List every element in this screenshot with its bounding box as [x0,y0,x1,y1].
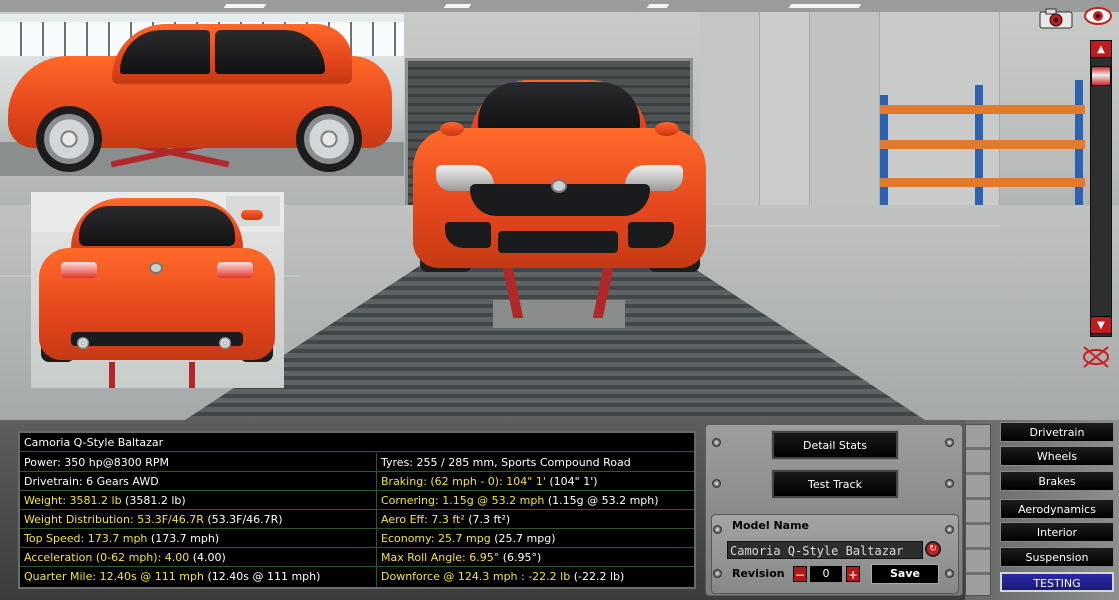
ceiling-light [223,4,267,8]
revision-decrement-button[interactable]: − [793,566,807,582]
wall-panel [810,12,880,222]
hide-panel-button[interactable] [1080,345,1112,369]
tab-suspension[interactable]: Suspension [1000,547,1114,567]
screw [713,569,722,578]
tail-light [61,262,97,278]
stat-weight: Weight: 3581.2 lb (3581.2 lb) [20,491,376,510]
save-button[interactable]: Save [871,564,939,584]
tab-interior[interactable]: Interior [1000,522,1114,542]
stat-drivetrain: Drivetrain: 6 Gears AWD [20,472,376,491]
revision-label: Revision [732,567,785,580]
tab-aerodynamics[interactable]: Aerodynamics [1000,499,1114,519]
screw [945,438,954,447]
ceiling-light [788,4,862,8]
side-mirror [655,122,679,136]
fog-vent [445,222,491,248]
scroll-down-button[interactable]: ▼ [1090,316,1112,334]
rear-diffuser [71,332,243,346]
rim [44,114,94,164]
stat-economy: Economy: 25.7 mpg (25.7 mpg) [377,529,694,548]
stat-quarter-mile: Quarter Mile: 12.40s @ 111 mph (12.40s @… [24,570,321,583]
refresh-icon: ↻ [929,544,937,554]
windshield [478,82,640,130]
tab-rail [965,424,991,596]
hide-view-icon [1083,346,1109,368]
rim [304,114,354,164]
shelf-beam [880,105,1085,114]
revision-value: 0 [810,566,842,582]
detail-stats-button[interactable]: Detail Stats [772,431,898,459]
toggle-view-eye-button[interactable] [1083,4,1113,28]
model-name-label: Model Name [732,519,809,532]
parts-item [241,210,263,220]
screw [712,438,721,447]
shelf-beam [880,178,1085,187]
screw [945,569,954,578]
test-track-button[interactable]: Test Track [772,470,898,498]
revision-increment-button[interactable]: + [846,566,860,582]
scroll-up-button[interactable]: ▲ [1090,40,1112,58]
scroll-thumb[interactable] [1091,66,1111,86]
tab-testing[interactable]: TESTING [1000,572,1114,592]
screw [712,479,721,488]
side-view-inset [0,14,404,176]
car-name-heading: Camoria Q-Style Baltazar [20,433,694,452]
car-badge-icon [149,262,163,274]
stat-top-speed: Top Speed: 173.7 mph (173.7 mph) [20,529,376,548]
wall-panel [700,12,760,222]
tail-light [217,262,253,278]
garage-3d-viewport[interactable]: ▲ ▼ [0,0,1119,420]
eye-icon [1084,7,1112,25]
tab-brakes[interactable]: Brakes [1000,471,1114,491]
floor-line [700,225,1000,227]
camera-icon [1039,8,1073,29]
wall-panel [760,12,810,222]
ceiling-light [443,4,472,8]
lower-grille [498,231,618,253]
lift-arm [189,362,195,388]
model-name-input[interactable]: Camoria Q-Style Baltazar [727,541,923,559]
stat-weight-distribution: Weight Distribution: 53.3F/46.7R (53.3F/… [20,510,376,529]
stat-braking: Braking: (62 mph - 0): 104" 1' (104" 1') [377,472,694,491]
ceiling-light [646,4,670,8]
reset-name-button[interactable]: ↻ [925,541,941,557]
screw [945,479,954,488]
car-badge-icon [551,179,567,193]
screw [713,525,722,534]
screw [945,525,954,534]
stat-acceleration: Acceleration (0-62 mph): 4.00 (4.00) [20,548,376,567]
stat-max-roll-angle: Max Roll Angle: 6.95° (6.95°) [377,548,694,567]
screenshot-camera-button[interactable] [1038,6,1074,30]
ceiling [0,0,1119,12]
exhaust-tip [219,337,231,349]
stat-cornering: Cornering: 1.15g @ 53.2 mph (1.15g @ 53.… [377,491,694,510]
stats-panel: Camoria Q-Style Baltazar Power: 350 hp@8… [18,431,696,589]
stat-aero-eff: Aero Eff: 7.3 ft² (7.3 ft²) [377,510,694,529]
tab-wheels[interactable]: Wheels [1000,446,1114,466]
stat-tyres: Tyres: 255 / 285 mm, Sports Compound Roa… [377,453,694,472]
rear-view-inset [31,192,284,388]
lift-arm [109,362,115,388]
tab-drivetrain[interactable]: Drivetrain [1000,422,1114,442]
shelf-beam [880,140,1085,149]
stat-power: Power: 350 hp@8300 RPM [20,453,376,472]
rear-window [79,206,235,246]
exhaust-tip [77,337,89,349]
stat-downforce: Downforce @ 124.3 mph : -22.2 lb (-22.2 … [381,570,625,583]
side-mirror [440,122,464,136]
fog-vent [628,222,674,248]
